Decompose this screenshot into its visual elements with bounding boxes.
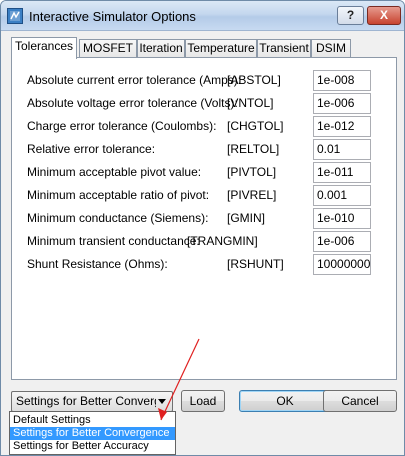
vntol-input[interactable]: 1e-006 bbox=[313, 93, 371, 114]
chevron-down-icon bbox=[158, 399, 166, 404]
settings-preset-select[interactable]: Settings for Better Convergence bbox=[11, 391, 173, 412]
tab-iteration[interactable]: Iteration bbox=[137, 39, 185, 58]
option-label: Minimum acceptable pivot value: bbox=[27, 165, 202, 179]
cancel-button-label: Cancel bbox=[341, 394, 379, 408]
option-key: [PIVTOL] bbox=[227, 165, 277, 179]
rshunt-input[interactable]: 100000000 bbox=[313, 254, 371, 275]
load-button-label: Load bbox=[189, 394, 217, 408]
option-key: [PIVREL] bbox=[227, 188, 277, 202]
option-key: [TRANGMIN] bbox=[187, 234, 258, 248]
option-label: Absolute current error tolerance (Amps): bbox=[27, 73, 242, 87]
tab-label: DSIM bbox=[316, 41, 346, 55]
option-row-abstol: Absolute current error tolerance (Amps):… bbox=[12, 70, 396, 91]
ok-button-label: OK bbox=[276, 394, 294, 408]
close-icon: X bbox=[379, 8, 388, 22]
help-icon: ? bbox=[346, 8, 355, 22]
dropdown-option-accuracy[interactable]: Settings for Better Accuracy bbox=[10, 440, 175, 453]
option-key: [VNTOL] bbox=[227, 96, 274, 110]
option-label: Shunt Resistance (Ohms): bbox=[27, 257, 168, 271]
tab-tolerances[interactable]: Tolerances bbox=[11, 37, 77, 59]
title-bar[interactable]: Interactive Simulator Options ? X bbox=[1, 1, 404, 31]
tab-strip: Tolerances MOSFET Iteration Temperature … bbox=[11, 37, 397, 59]
tab-label: Tolerances bbox=[14, 39, 74, 53]
dropdown-option-convergence[interactable]: Settings for Better Convergence bbox=[10, 427, 175, 440]
tab-temperature[interactable]: Temperature bbox=[185, 39, 257, 58]
tab-label: MOSFET bbox=[83, 41, 133, 55]
abstol-input[interactable]: 1e-008 bbox=[313, 70, 371, 91]
combo-value: Settings for Better Convergence bbox=[16, 394, 156, 408]
settings-preset-dropdown: Default Settings Settings for Better Con… bbox=[9, 411, 176, 455]
tab-label: Temperature bbox=[187, 41, 255, 55]
load-button[interactable]: Load bbox=[181, 390, 225, 412]
tab-transient[interactable]: Transient bbox=[257, 39, 311, 58]
tab-dsim[interactable]: DSIM bbox=[311, 39, 351, 58]
dialog-window: Interactive Simulator Options ? X Tolera… bbox=[0, 0, 405, 456]
option-label: Absolute voltage error tolerance (Volts)… bbox=[27, 96, 238, 110]
option-key: [GMIN] bbox=[227, 211, 265, 225]
option-row-reltol: Relative error tolerance: [RELTOL] 0.01 bbox=[12, 139, 396, 160]
cancel-button[interactable]: Cancel bbox=[323, 390, 397, 412]
app-icon bbox=[7, 8, 23, 24]
tab-label: Iteration bbox=[139, 41, 183, 55]
tolerances-panel: Absolute current error tolerance (Amps):… bbox=[11, 57, 397, 380]
option-label: Relative error tolerance: bbox=[27, 142, 156, 156]
option-row-pivrel: Minimum acceptable ratio of pivot: [PIVR… bbox=[12, 185, 396, 206]
close-button[interactable]: X bbox=[367, 6, 401, 25]
tab-label: Transient bbox=[259, 41, 309, 55]
ok-button[interactable]: OK bbox=[239, 390, 331, 412]
tab-mosfet[interactable]: MOSFET bbox=[79, 39, 137, 58]
option-label: Minimum acceptable ratio of pivot: bbox=[27, 188, 210, 202]
dropdown-option-default[interactable]: Default Settings bbox=[10, 414, 175, 427]
option-key: [RSHUNT] bbox=[227, 257, 284, 271]
option-row-pivtol: Minimum acceptable pivot value: [PIVTOL]… bbox=[12, 162, 396, 183]
option-key: [RELTOL] bbox=[227, 142, 280, 156]
option-label: Minimum transient conductance: bbox=[27, 234, 200, 248]
option-row-chgtol: Charge error tolerance (Coulombs): [CHGT… bbox=[12, 116, 396, 137]
option-row-trangmin: Minimum transient conductance: [TRANGMIN… bbox=[12, 231, 396, 252]
help-button[interactable]: ? bbox=[337, 6, 364, 25]
option-row-gmin: Minimum conductance (Siemens): [GMIN] 1e… bbox=[12, 208, 396, 229]
option-key: [CHGTOL] bbox=[227, 119, 284, 133]
option-label: Minimum conductance (Siemens): bbox=[27, 211, 209, 225]
option-key: [ABSTOL] bbox=[227, 73, 281, 87]
pivrel-input[interactable]: 0.001 bbox=[313, 185, 371, 206]
trangmin-input[interactable]: 1e-006 bbox=[313, 231, 371, 252]
option-row-vntol: Absolute voltage error tolerance (Volts)… bbox=[12, 93, 396, 114]
option-label: Charge error tolerance (Coulombs): bbox=[27, 119, 217, 133]
reltol-input[interactable]: 0.01 bbox=[313, 139, 371, 160]
gmin-input[interactable]: 1e-010 bbox=[313, 208, 371, 229]
pivtol-input[interactable]: 1e-011 bbox=[313, 162, 371, 183]
window-title: Interactive Simulator Options bbox=[29, 9, 196, 24]
chgtol-input[interactable]: 1e-012 bbox=[313, 116, 371, 137]
option-row-rshunt: Shunt Resistance (Ohms): [RSHUNT] 100000… bbox=[12, 254, 396, 275]
